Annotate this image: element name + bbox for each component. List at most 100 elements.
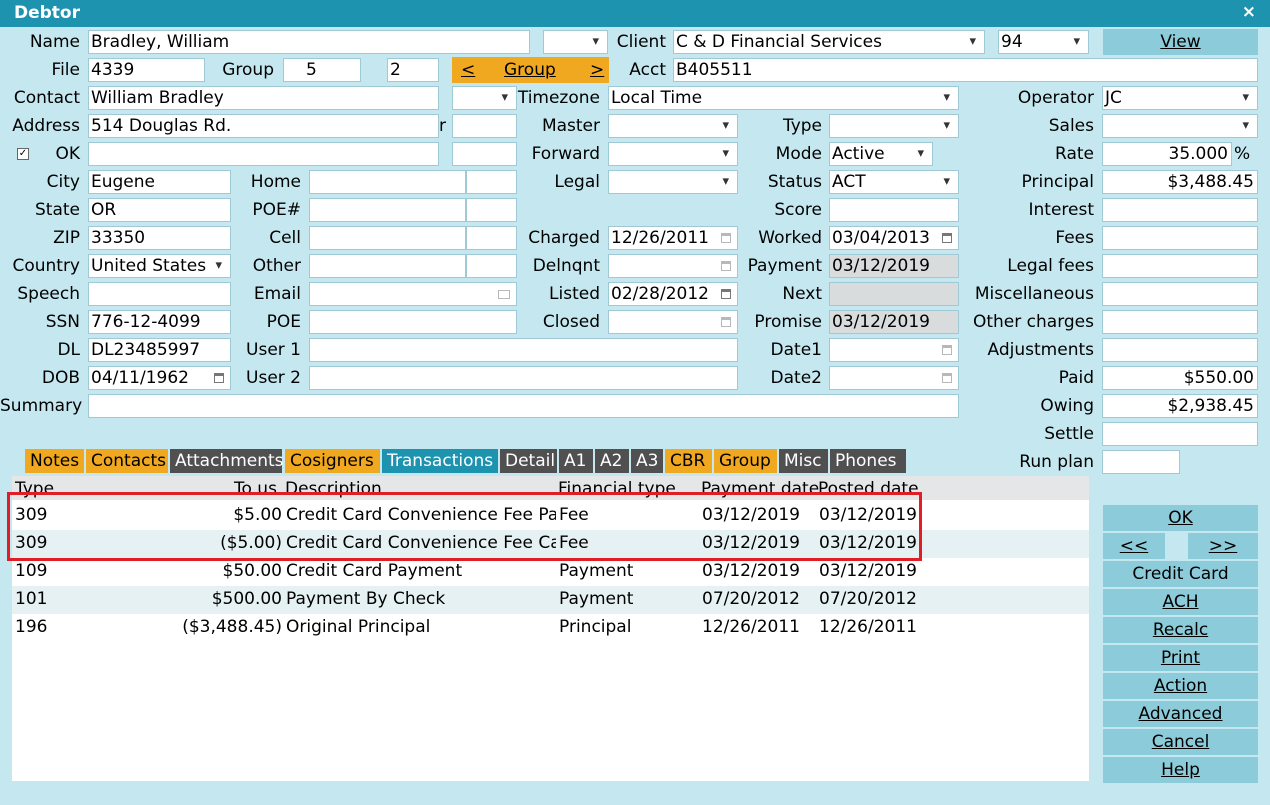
email-field[interactable] xyxy=(309,282,517,306)
adjustments-field[interactable] xyxy=(1102,338,1258,362)
cell-phone-field[interactable] xyxy=(309,226,466,250)
user1-field[interactable] xyxy=(309,338,738,362)
tab-attachments[interactable]: Attachments xyxy=(170,449,284,473)
calendar-icon[interactable] xyxy=(942,345,952,355)
tab-a3[interactable]: A3 xyxy=(631,449,663,473)
home-phone-field[interactable] xyxy=(309,170,466,194)
zip-field[interactable]: 33350 xyxy=(88,226,231,250)
miscellaneous-field[interactable] xyxy=(1102,282,1258,306)
ok-checkbox[interactable]: ✓ xyxy=(17,148,29,160)
calendar-icon[interactable] xyxy=(942,233,952,243)
poe-field[interactable] xyxy=(309,310,517,334)
calendar-icon[interactable] xyxy=(721,233,731,243)
state-field[interactable]: OR xyxy=(88,198,231,222)
group-number-field[interactable]: 2 xyxy=(387,58,439,82)
close-icon[interactable]: × xyxy=(1242,2,1256,22)
closed-field[interactable] xyxy=(608,310,738,334)
help-button[interactable]: Help xyxy=(1103,757,1258,783)
master-select[interactable] xyxy=(608,114,738,138)
address2-field[interactable] xyxy=(88,142,439,166)
calendar-icon[interactable] xyxy=(942,373,952,383)
dl-field[interactable]: DL23485997 xyxy=(88,338,231,362)
tab-cosigners[interactable]: Cosigners xyxy=(285,449,380,473)
group-prev-button[interactable]: < xyxy=(461,60,475,80)
charged-field[interactable]: 12/26/2011 xyxy=(608,226,738,250)
paid-field[interactable]: $550.00 xyxy=(1102,366,1258,390)
summary-field[interactable] xyxy=(88,394,959,418)
sales-select[interactable] xyxy=(1102,114,1258,138)
ssn-field[interactable]: 776-12-4099 xyxy=(88,310,231,334)
home-ext-field[interactable] xyxy=(466,170,517,194)
group-next-button[interactable]: > xyxy=(590,60,604,80)
ach-button[interactable]: ACH xyxy=(1103,589,1258,615)
principal-field[interactable]: $3,488.45 xyxy=(1102,170,1258,194)
mode-select[interactable]: Active xyxy=(829,142,933,166)
table-row[interactable]: 196 ($3,488.45) Original Principal Princ… xyxy=(12,614,1089,642)
timezone-select[interactable]: Local Time xyxy=(608,86,959,110)
calendar-icon[interactable] xyxy=(721,289,731,299)
settle-field[interactable] xyxy=(1102,422,1258,446)
tab-a1[interactable]: A1 xyxy=(559,449,593,473)
name-field[interactable]: Bradley, William xyxy=(88,30,530,54)
poe-phone-field[interactable] xyxy=(309,198,466,222)
table-row[interactable]: 109 $50.00 Credit Card Payment Payment 0… xyxy=(12,558,1089,586)
date1-field[interactable] xyxy=(829,338,959,362)
tab-transactions[interactable]: Transactions xyxy=(382,449,498,473)
cancel-button[interactable]: Cancel xyxy=(1103,729,1258,755)
speech-field[interactable] xyxy=(88,282,231,306)
dob-field[interactable]: 04/11/1962 xyxy=(88,366,231,390)
tab-cbr[interactable]: CBR xyxy=(665,449,712,473)
action-button[interactable]: Action xyxy=(1103,673,1258,699)
email-icon[interactable] xyxy=(498,290,510,299)
file-field[interactable]: 4339 xyxy=(88,58,205,82)
tab-a2[interactable]: A2 xyxy=(595,449,629,473)
rate-field[interactable]: 35.000 xyxy=(1102,142,1232,166)
other-charges-field[interactable] xyxy=(1102,310,1258,334)
status-select[interactable]: ACT xyxy=(829,170,959,194)
poe-ext-field[interactable] xyxy=(466,198,517,222)
table-row[interactable]: 101 $500.00 Payment By Check Payment 07/… xyxy=(12,586,1089,614)
next-record-button[interactable]: >> xyxy=(1188,533,1258,559)
address2-extra-field[interactable] xyxy=(452,142,517,166)
type-select[interactable] xyxy=(829,114,959,138)
listed-field[interactable]: 02/28/2012 xyxy=(608,282,738,306)
recalc-button[interactable]: Recalc xyxy=(1103,617,1258,643)
country-select[interactable]: United States xyxy=(88,254,231,278)
address-extra-field[interactable] xyxy=(452,114,517,138)
acct-field[interactable]: B405511 xyxy=(673,58,1258,82)
city-field[interactable]: Eugene xyxy=(88,170,231,194)
date2-field[interactable] xyxy=(829,366,959,390)
view-button[interactable]: View xyxy=(1103,29,1258,55)
forward-select[interactable] xyxy=(608,142,738,166)
fees-field[interactable] xyxy=(1102,226,1258,250)
client-code-select[interactable]: 94 xyxy=(998,30,1089,54)
score-field[interactable] xyxy=(829,198,959,222)
other-phone-field[interactable] xyxy=(309,254,466,278)
interest-field[interactable] xyxy=(1102,198,1258,222)
other-ext-field[interactable] xyxy=(466,254,517,278)
contact-dropdown[interactable] xyxy=(452,86,517,110)
name-dropdown[interactable] xyxy=(543,30,608,54)
worked-field[interactable]: 03/04/2013 xyxy=(829,226,959,250)
user2-field[interactable] xyxy=(309,366,738,390)
run-plan-field[interactable] xyxy=(1102,450,1180,474)
print-button[interactable]: Print xyxy=(1103,645,1258,671)
address-field[interactable]: 514 Douglas Rd. xyxy=(88,114,439,138)
legal-fees-field[interactable] xyxy=(1102,254,1258,278)
calendar-icon[interactable] xyxy=(214,373,224,383)
tab-misc[interactable]: Misc xyxy=(779,449,828,473)
tab-group[interactable]: Group xyxy=(714,449,777,473)
calendar-icon[interactable] xyxy=(721,317,731,327)
calendar-icon[interactable] xyxy=(721,261,731,271)
tab-notes[interactable]: Notes xyxy=(25,449,84,473)
tab-phones[interactable]: Phones xyxy=(830,449,906,473)
advanced-button[interactable]: Advanced xyxy=(1103,701,1258,727)
legal-select[interactable] xyxy=(608,170,738,194)
owing-field[interactable]: $2,938.45 xyxy=(1102,394,1258,418)
prev-record-button[interactable]: << xyxy=(1103,533,1165,559)
ok-button[interactable]: OK xyxy=(1103,505,1258,531)
tab-contacts[interactable]: Contacts xyxy=(86,449,168,473)
group-field[interactable]: 5 xyxy=(283,58,361,82)
credit-card-button[interactable]: Credit Card xyxy=(1103,561,1258,587)
tab-detail[interactable]: Detail xyxy=(500,449,557,473)
